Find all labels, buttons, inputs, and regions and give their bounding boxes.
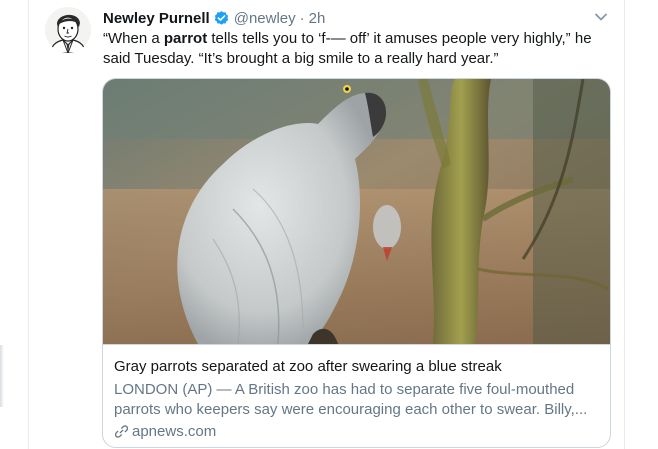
search-highlight: parrot xyxy=(163,30,208,47)
avatar[interactable] xyxy=(45,7,91,53)
card-body: Gray parrots separated at zoo after swea… xyxy=(103,344,610,447)
card-domain: apnews.com xyxy=(132,423,217,440)
avatar-illustration xyxy=(45,7,91,53)
separator-dot: · xyxy=(299,9,305,27)
adjacent-panel-edge xyxy=(0,345,4,407)
tweet-text: “When a parrot tells tells you to ‘f-— o… xyxy=(103,29,603,69)
card-domain-link[interactable]: apnews.com xyxy=(114,423,216,440)
tweet-header: Newley Purnell @newley · 2h xyxy=(103,7,325,29)
card-image xyxy=(103,79,610,345)
card-title[interactable]: Gray parrots separated at zoo after swea… xyxy=(114,358,502,375)
card-description: LONDON (AP) — A British zoo has had to s… xyxy=(114,381,588,418)
link-preview-card[interactable]: Gray parrots separated at zoo after swea… xyxy=(102,78,611,448)
verified-badge-icon xyxy=(213,10,230,27)
link-icon xyxy=(114,425,129,438)
tweet-text-start: “When a xyxy=(103,30,164,47)
chevron-down-icon[interactable] xyxy=(592,8,610,26)
timestamp[interactable]: 2h xyxy=(309,10,326,27)
author-handle[interactable]: @newley xyxy=(234,10,296,27)
author-name[interactable]: Newley Purnell xyxy=(103,10,210,27)
